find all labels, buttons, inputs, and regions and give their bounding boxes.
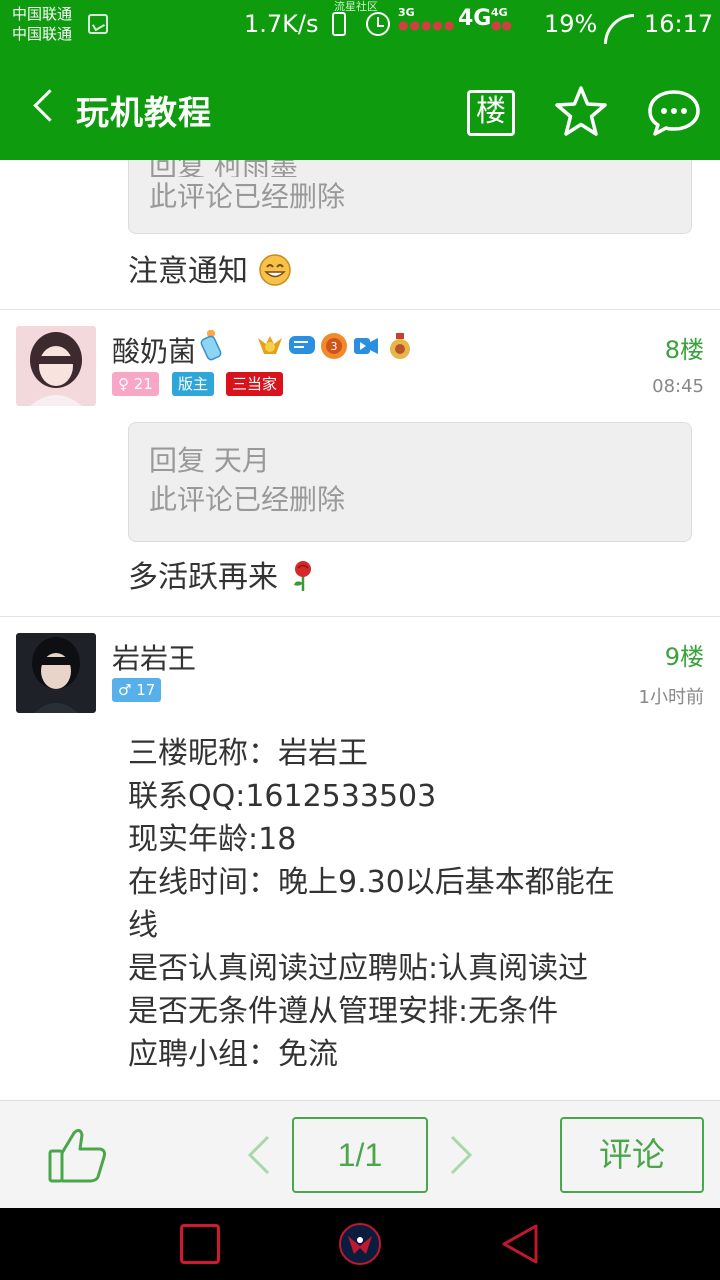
chevron-right-icon[interactable]: [448, 1135, 474, 1175]
status-bar: 中国联通 中国联通 1.7K/s 流星社区 3G ●●●●● 4G 4G ●● …: [0, 0, 720, 50]
avatar[interactable]: [16, 633, 96, 713]
post-time: 1小时前: [638, 687, 704, 708]
floor-jump-button[interactable]: 楼: [467, 90, 515, 136]
username[interactable]: 岩岩王: [112, 637, 196, 677]
wings-medal-icon: [258, 336, 282, 354]
carrier-name-1: 中国联通: [12, 5, 73, 23]
post-line: 在线时间：晚上9.30以后基本都能在: [128, 865, 615, 900]
system-nav-bar: [0, 1208, 720, 1280]
reply-text: 注意通知: [128, 252, 292, 292]
medal-row: 3: [256, 332, 416, 362]
rose-emoji-icon: [293, 561, 311, 591]
app-bar: 玩机教程 楼: [0, 50, 720, 160]
carrier-name-2: 中国联通: [12, 25, 73, 43]
divider: [0, 616, 720, 617]
back-arrow-icon[interactable]: [30, 92, 56, 118]
gallery-notification-icon: [88, 14, 108, 34]
reply-content: 注意通知: [128, 254, 248, 289]
chat-medal-icon: [289, 336, 315, 354]
nav-back-icon[interactable]: [500, 1222, 540, 1266]
divider: [0, 309, 720, 310]
carrier-info: 中国联通 中国联通: [12, 4, 72, 44]
quoted-reply[interactable]: 回复 天月 此评论已经删除: [128, 422, 692, 542]
post-line: 线: [128, 908, 158, 943]
signal-dots-icon: ●●●●●: [398, 18, 456, 32]
page-title: 玩机教程: [76, 93, 212, 132]
post-body: 三楼昵称：岩岩王 联系QQ:1612533503 现实年龄:18 在线时间：晚上…: [128, 732, 688, 1076]
rank-medal-number: 3: [331, 340, 338, 353]
vibrate-icon: [332, 12, 346, 36]
chevron-left-icon[interactable]: [246, 1135, 272, 1175]
baby-bottle-icon: [200, 330, 222, 361]
moderator-badge: 版主: [172, 372, 215, 396]
avatar[interactable]: [16, 326, 96, 406]
post-line: 现实年龄:18: [128, 822, 297, 857]
reply-content: 多活跃再来: [128, 560, 278, 595]
gold-medal-icon: [390, 333, 410, 359]
gender-age-badge: ♀ 21: [112, 372, 159, 396]
floor-number: 8楼: [664, 336, 704, 364]
network-speed: 1.7K/s: [244, 10, 319, 38]
comment-list[interactable]: 回复 柯雨墨 此评论已经删除 注意通知 酸奶菌 3 8楼 ♀ 21 版主 三当家…: [0, 160, 720, 1100]
quote-prefix: 回复 天月: [149, 444, 270, 477]
network-4g-label: 4G: [458, 6, 492, 31]
post-line: 应聘小组：免流: [128, 1037, 338, 1072]
signal-dots-2-icon: ●●: [491, 18, 512, 32]
quoted-reply: 回复 柯雨墨 此评论已经删除: [128, 160, 692, 234]
loading-arc-icon: [604, 14, 634, 44]
recent-apps-icon[interactable]: [180, 1224, 220, 1264]
quote-text: 此评论已经删除: [149, 180, 346, 213]
clock: 16:17: [644, 10, 714, 38]
bottom-action-bar: 1/1 评论: [0, 1100, 720, 1208]
rank-medal-icon: 3: [321, 333, 347, 359]
gender-age-badge: ♂ 17: [112, 678, 162, 702]
star-icon[interactable]: [553, 84, 609, 140]
battery-level: 19%: [544, 10, 598, 38]
floor-number: 9楼: [664, 643, 704, 671]
alarm-icon: [366, 12, 390, 36]
laughing-emoji-icon: [258, 254, 291, 286]
post-line: 是否认真阅读过应聘贴:认真阅读过: [128, 951, 589, 986]
page-indicator[interactable]: 1/1: [292, 1117, 428, 1193]
rank-badge: 三当家: [226, 372, 284, 396]
post-line: 三楼昵称：岩岩王: [128, 736, 368, 771]
post-time: 08:45: [652, 376, 704, 397]
home-logo-icon[interactable]: [336, 1222, 384, 1266]
comment-button[interactable]: 评论: [560, 1117, 704, 1193]
quote-text: 此评论已经删除: [149, 483, 346, 516]
video-medal-icon: [354, 338, 378, 354]
post-line: 是否无条件遵从管理安排:无条件: [128, 994, 559, 1029]
chat-bubble-icon[interactable]: [646, 88, 702, 138]
username[interactable]: 酸奶菌: [112, 330, 196, 370]
quote-prefix: 回复 柯雨墨: [149, 160, 298, 177]
post-line: 联系QQ:1612533503: [128, 779, 437, 814]
thumbs-up-icon[interactable]: [46, 1123, 110, 1187]
reply-text: 多活跃再来: [128, 558, 318, 598]
